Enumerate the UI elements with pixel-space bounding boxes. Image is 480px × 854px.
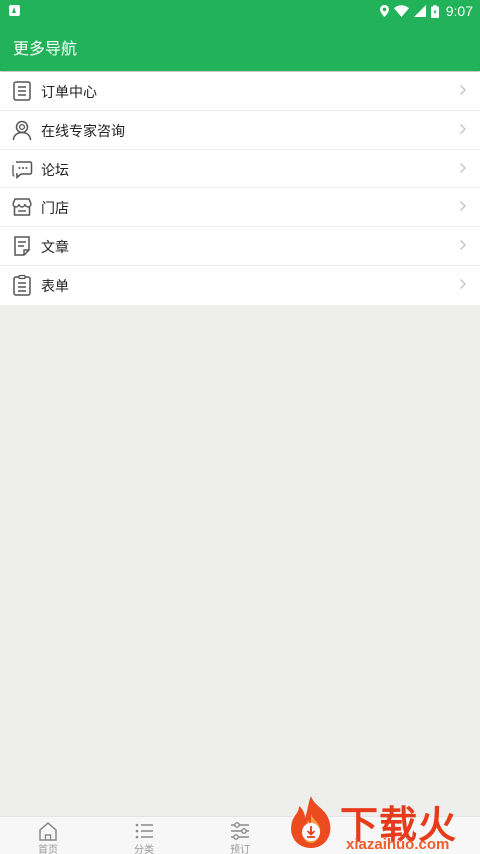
watermark-url: xiazaihuo.com <box>346 836 450 853</box>
status-icons: 9:07 <box>379 2 473 20</box>
tab-label: 预订 <box>230 845 250 854</box>
menu-item-order-center[interactable]: 订单中心 <box>0 72 480 111</box>
menu-item-article[interactable]: 文章 <box>0 227 480 266</box>
flame-download-icon <box>291 796 331 848</box>
menu-item-label: 论坛 <box>41 162 69 179</box>
chevron-right-icon <box>460 123 466 134</box>
article-icon <box>14 236 30 256</box>
location-icon <box>379 5 389 17</box>
watermark-logo: 下载火 xiazaihuo.com <box>283 790 480 854</box>
tab-category[interactable]: 分类 <box>96 817 192 854</box>
menu-item-forum[interactable]: 论坛 <box>0 150 480 189</box>
chevron-right-icon <box>460 85 466 95</box>
menu-item-store[interactable]: 门店 <box>0 188 480 228</box>
navigation-menu: 订单中心 在线专家咨询 论坛 门店 文章 表单 <box>0 72 480 305</box>
chevron-right-icon <box>460 201 466 212</box>
form-clipboard-icon <box>13 274 31 296</box>
tab-booking[interactable]: 预订 <box>192 817 288 854</box>
status-bar: 9:07 <box>0 0 480 22</box>
menu-item-label: 订单中心 <box>41 85 97 101</box>
wifi-icon <box>393 5 409 17</box>
status-time: 9:07 <box>445 3 473 19</box>
store-icon <box>12 198 32 217</box>
chat-bubble-icon <box>12 160 33 179</box>
tab-home[interactable]: 首页 <box>0 817 96 854</box>
menu-item-label: 表单 <box>41 278 69 295</box>
chevron-right-icon <box>460 279 466 289</box>
menu-item-label: 门店 <box>41 201 69 218</box>
menu-item-label: 在线专家咨询 <box>41 123 125 140</box>
home-icon <box>39 822 57 841</box>
battery-icon <box>430 4 439 18</box>
menu-item-form[interactable]: 表单 <box>0 266 480 305</box>
expert-user-icon <box>12 120 32 140</box>
app-bar: 更多导航 <box>0 22 480 71</box>
chevron-right-icon <box>460 162 466 173</box>
notification-app-icon <box>9 5 20 16</box>
menu-item-expert-consult[interactable]: 在线专家咨询 <box>0 111 480 150</box>
tab-label: 首页 <box>38 845 58 854</box>
chevron-right-icon <box>460 240 466 251</box>
list-icon <box>135 823 153 839</box>
page-title: 更多导航 <box>13 39 78 58</box>
tab-label: 分类 <box>134 845 154 854</box>
signal-icon <box>413 5 426 17</box>
order-list-icon <box>13 81 31 101</box>
sliders-icon <box>231 822 249 840</box>
menu-item-label: 文章 <box>41 240 69 257</box>
